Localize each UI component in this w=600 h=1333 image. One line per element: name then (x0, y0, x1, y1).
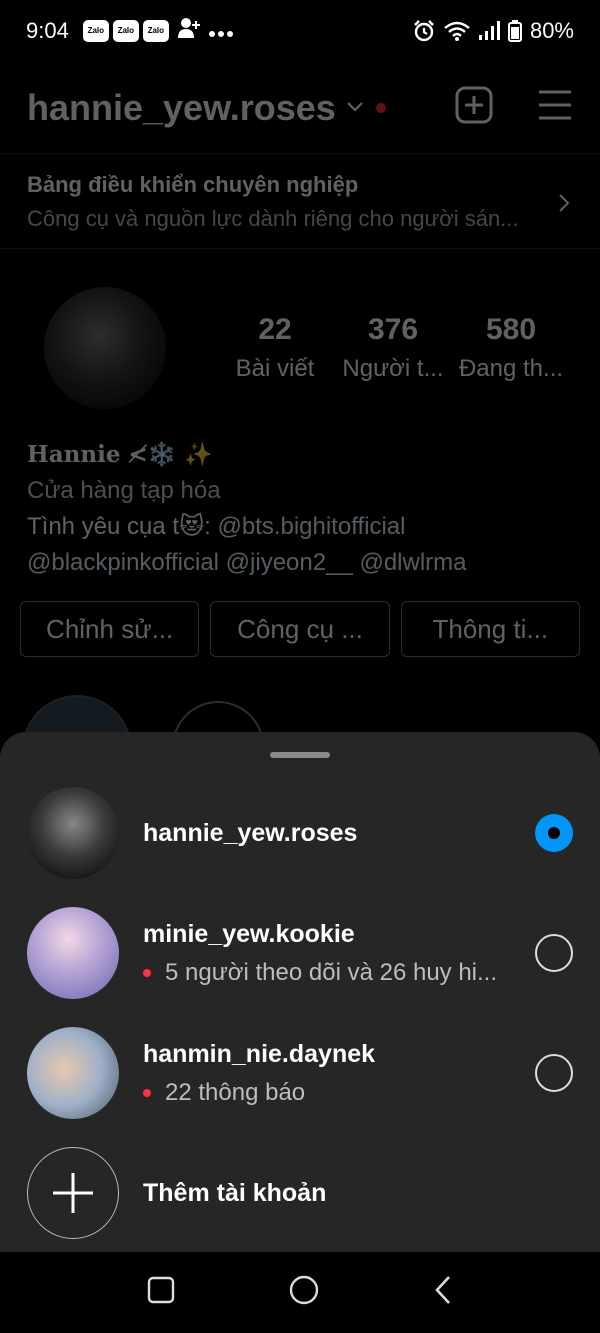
account-row[interactable]: hannie_yew.roses (0, 783, 600, 883)
create-post-icon[interactable] (455, 86, 493, 129)
account-activity: 22 thông báo (143, 1079, 523, 1107)
profile-avatar[interactable] (44, 287, 166, 409)
system-navigation-bar (0, 1252, 600, 1333)
status-bar: 9:04 Zalo Zalo Zalo 80% (0, 0, 600, 62)
plus-icon (27, 1147, 119, 1239)
stat-label: Bài viết (235, 355, 315, 382)
chevron-down-icon[interactable] (346, 97, 364, 118)
stat-following[interactable]: 580 Đang th... (452, 313, 570, 383)
account-activity: 5 người theo dõi và 26 huy hi... (143, 959, 523, 987)
account-avatar (27, 787, 119, 879)
account-row[interactable]: minie_yew.kookie 5 người theo dõi và 26 … (0, 903, 600, 1003)
bio-line: Tình yêu cụa t😻: @bts.bighitofficial (27, 509, 573, 545)
stat-value: 580 (485, 313, 537, 346)
sheet-drag-handle[interactable] (270, 752, 330, 758)
account-avatar (27, 907, 119, 999)
account-username: minie_yew.kookie (143, 919, 355, 948)
account-switcher-sheet: hannie_yew.roses minie_yew.kookie 5 ngườ… (0, 732, 600, 1252)
home-icon[interactable] (288, 1274, 320, 1311)
selected-radio-icon[interactable] (535, 814, 573, 852)
notification-dot (143, 968, 151, 977)
chevron-right-icon (558, 192, 570, 220)
notification-dot (375, 102, 386, 113)
notification-dot (143, 1088, 151, 1097)
menu-icon[interactable] (537, 89, 573, 126)
profile-header: hannie_yew.roses (0, 62, 600, 154)
zalo-notification-icon: Zalo (112, 20, 139, 42)
stat-label: Đang th... (458, 355, 564, 382)
profile-summary: 22 Bài viết 376 Người t... 580 Đang th..… (0, 249, 600, 425)
add-account-row[interactable]: Thêm tài khoản (0, 1143, 600, 1243)
edit-profile-button[interactable]: Chỉnh sử... (20, 601, 200, 657)
radio-icon[interactable] (535, 934, 573, 972)
account-switcher-title[interactable]: hannie_yew.roses (27, 87, 336, 129)
add-account-label: Thêm tài khoản (143, 1178, 327, 1207)
bio-text: Tình yêu cụa t😻: (27, 513, 218, 540)
stat-posts[interactable]: 22 Bài viết (216, 313, 334, 383)
stat-value: 376 (367, 313, 419, 346)
bio-name: Hannie ≮❄️ ✨ (27, 441, 214, 468)
contact-add-icon (177, 17, 201, 45)
contact-info-button[interactable]: Thông ti... (400, 601, 580, 657)
profile-stats: 22 Bài viết 376 Người t... 580 Đang th..… (216, 313, 570, 383)
more-notifications-icon (208, 18, 233, 44)
account-username: hanmin_nie.daynek (143, 1039, 376, 1068)
alarm-icon (412, 19, 436, 43)
pro-dashboard-subtitle: Công cụ và nguồn lực dành riêng cho ngườ… (27, 206, 519, 231)
status-time: 9:04 (26, 18, 69, 43)
recent-apps-icon[interactable] (147, 1276, 175, 1309)
bio-mention-link[interactable]: @bts.bighitofficial (217, 513, 405, 540)
back-icon[interactable] (433, 1275, 453, 1310)
professional-dashboard[interactable]: Bảng điều khiển chuyên nghiệp Công cụ và… (0, 154, 600, 249)
profile-actions: Chỉnh sử... Công cụ ... Thông ti... (0, 581, 600, 657)
bio-mentions[interactable]: @blackpinkofficial @jiyeon2__ @dlwlrma (27, 545, 573, 581)
bio-category: Cửa hàng tạp hóa (27, 477, 221, 504)
account-username: hannie_yew.roses (143, 818, 358, 847)
professional-tools-button[interactable]: Công cụ ... (210, 601, 390, 657)
battery-icon (507, 20, 522, 42)
stat-followers[interactable]: 376 Người t... (334, 313, 452, 383)
wifi-icon (444, 20, 470, 42)
stat-value: 22 (258, 313, 292, 346)
zalo-notification-icon: Zalo (82, 20, 109, 42)
pro-dashboard-title: Bảng điều khiển chuyên nghiệp (27, 172, 359, 197)
account-avatar (27, 1027, 119, 1119)
account-activity-text: 5 người theo dõi và 26 huy hi... (165, 958, 498, 986)
radio-icon[interactable] (535, 1054, 573, 1092)
zalo-notification-icon: Zalo (142, 20, 169, 42)
stat-label: Người t... (342, 355, 444, 382)
profile-bio: Hannie ≮❄️ ✨ Cửa hàng tạp hóa Tình yêu c… (0, 425, 600, 581)
signal-icon (478, 21, 500, 41)
battery-percent: 80% (529, 18, 574, 43)
account-activity-text: 22 thông báo (165, 1078, 306, 1106)
account-row[interactable]: hanmin_nie.daynek 22 thông báo (0, 1023, 600, 1123)
